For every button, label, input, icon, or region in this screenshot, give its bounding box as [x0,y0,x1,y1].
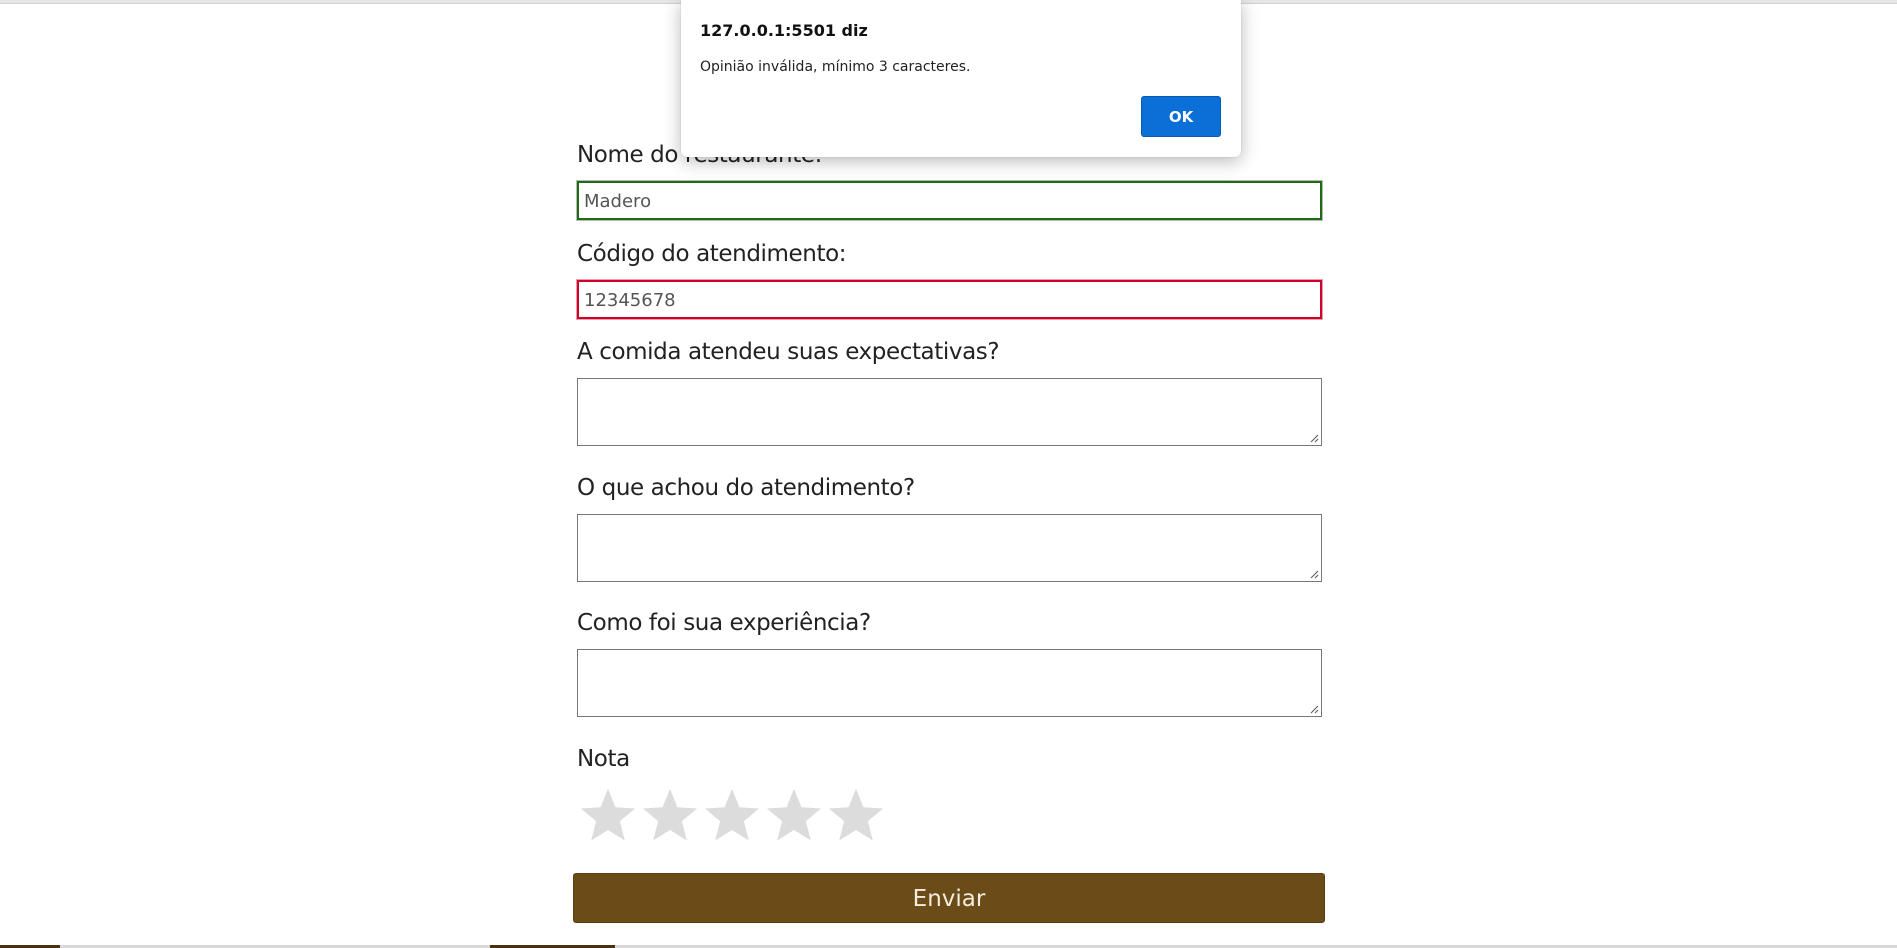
service-label: O que achou do atendimento? [577,475,915,501]
dialog-message: Opinião inválida, mínimo 3 caracteres. [700,59,971,75]
food-opinion-textarea[interactable] [577,378,1322,446]
experience-textarea[interactable] [577,649,1322,717]
food-label: A comida atendeu suas expectativas? [577,339,1000,365]
resize-grip-icon[interactable] [1309,569,1319,579]
star-1-icon[interactable] [577,785,639,847]
star-4-icon[interactable] [763,785,825,847]
dialog-title: 127.0.0.1:5501 diz [700,21,868,40]
service-opinion-textarea[interactable] [577,514,1322,582]
star-5-icon[interactable] [825,785,887,847]
resize-grip-icon[interactable] [1309,704,1319,714]
submit-button[interactable]: Enviar [573,873,1325,923]
service-code-input[interactable]: 12345678 [576,279,1323,320]
rating-label: Nota [577,746,630,772]
code-label: Código do atendimento: [577,241,847,267]
restaurant-name-input[interactable]: Madero [576,180,1323,221]
ok-button[interactable]: OK [1141,96,1221,137]
star-3-icon[interactable] [701,785,763,847]
star-2-icon[interactable] [639,785,701,847]
alert-dialog: 127.0.0.1:5501 diz Opinião inválida, mín… [681,0,1241,157]
resize-grip-icon[interactable] [1309,433,1319,443]
experience-label: Como foi sua experiência? [577,610,871,636]
star-rating [577,785,887,853]
